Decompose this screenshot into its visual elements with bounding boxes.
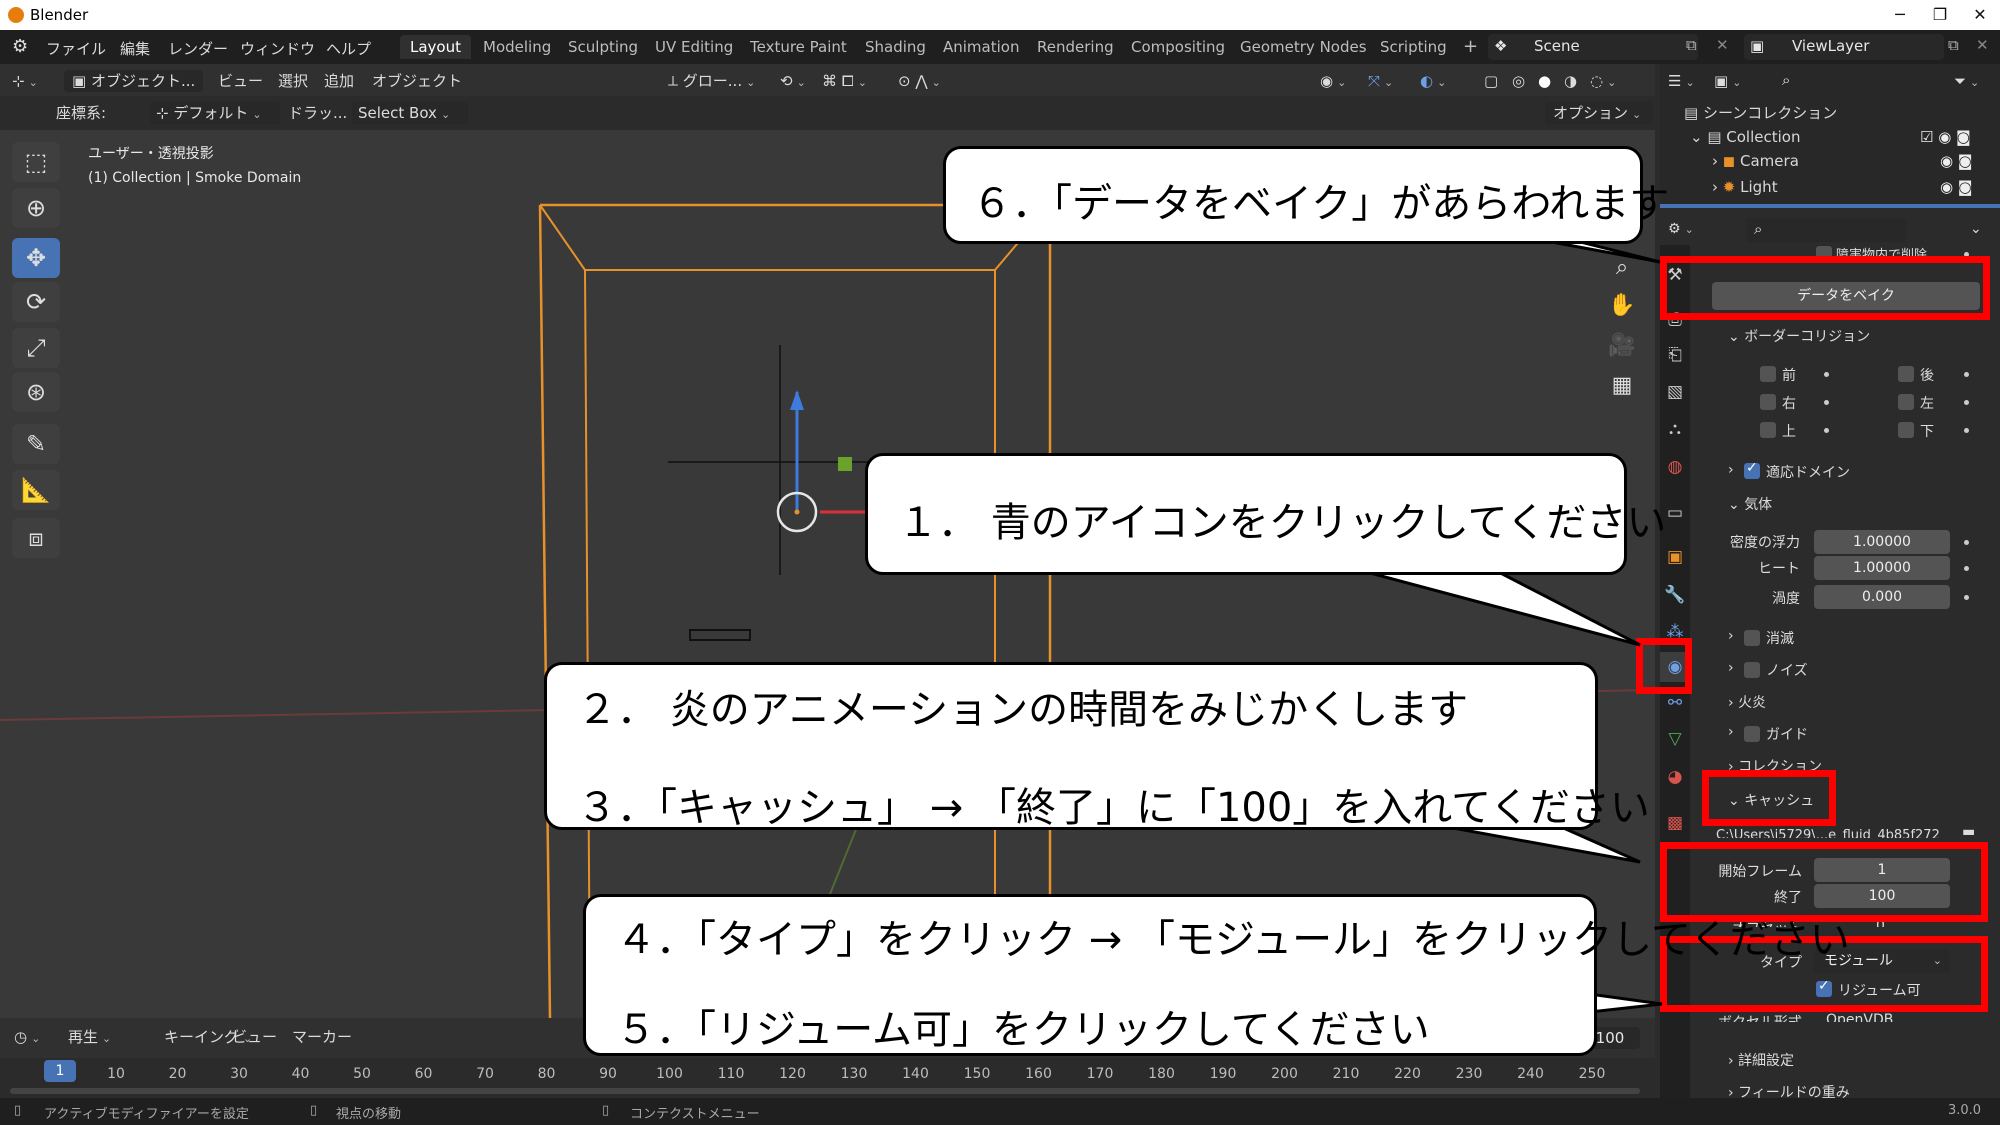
- callout-3-text: ３．「キャッシュ」 → 「終了」に「100」を入れてください: [577, 785, 1650, 831]
- callout-1: １． 青のアイコンをクリックしてください: [865, 453, 1666, 575]
- callout-2-text: ２． 炎のアニメーションの時間をみじかくします: [577, 687, 1469, 733]
- callout-1-text: １． 青のアイコンをクリックしてください: [898, 500, 1667, 546]
- callout-6: ６．「データをベイク」があらわれます: [943, 146, 1669, 244]
- callout-4-5: ４．「タイプ」をクリック → 「モジュール」をクリックしてください ５．「リジュ…: [583, 894, 1850, 1056]
- callout-5-text: ５．「リジューム可」をクリックしてください: [616, 1007, 1430, 1053]
- callout-2-3: ２． 炎のアニメーションの時間をみじかくします ３．「キャッシュ」 → 「終了」…: [544, 662, 1650, 831]
- callout-4-text: ４．「タイプ」をクリック → 「モジュール」をクリックしてください: [616, 917, 1850, 963]
- pointer-1: [1339, 563, 1641, 647]
- callout-6-text: ６．「データをベイク」があらわれます: [972, 181, 1670, 227]
